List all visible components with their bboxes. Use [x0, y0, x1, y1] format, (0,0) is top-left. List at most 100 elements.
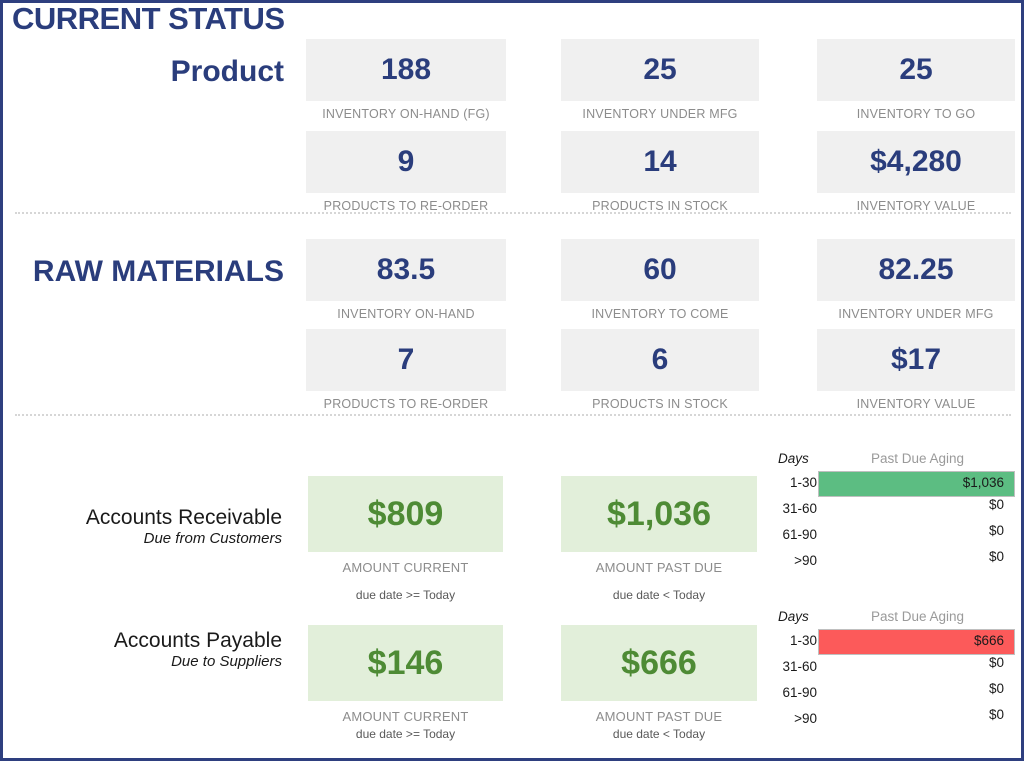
ap-aging-bucket-label: 1-30: [773, 633, 817, 648]
ar-amount-current-box: $809: [308, 476, 503, 552]
ar-amount-past-due-box: $1,036: [561, 476, 757, 552]
ar-amount-past-due-tile[interactable]: $1,036 AMOUNT PAST DUE due date < Today: [561, 476, 757, 602]
stat-value: 6: [652, 345, 669, 375]
ap-aging-track: $0: [818, 655, 1015, 681]
stat-value: 82.25: [878, 255, 953, 285]
ap-amount-current-tile[interactable]: $146 AMOUNT CURRENT due date >= Today: [308, 625, 503, 741]
ap-amount-current-caption: AMOUNT CURRENT: [308, 709, 503, 724]
accounts-receivable-label: Accounts Receivable Due from Customers: [3, 506, 282, 548]
stat-tile-inventory-value[interactable]: $4,280 INVENTORY VALUE: [817, 131, 1015, 213]
ar-aging-row-1-30[interactable]: 1-30 $1,036: [773, 471, 1017, 497]
stat-tile-inventory-on-hand-fg[interactable]: 188 INVENTORY ON-HAND (FG): [306, 39, 506, 121]
ar-aging-title: Past Due Aging: [818, 451, 1017, 466]
stat-value-box: 82.25: [817, 239, 1015, 301]
stat-value: 7: [398, 345, 415, 375]
stat-value: $4,280: [870, 147, 962, 177]
ar-amount-past-due-note: due date < Today: [561, 588, 757, 602]
ar-aging-row-61-90[interactable]: 61-90 $0: [773, 523, 1017, 549]
stat-caption: PRODUCTS IN STOCK: [561, 397, 759, 411]
ap-amount-current-value: $146: [368, 646, 444, 680]
ap-aging-row-over-90[interactable]: >90 $0: [773, 707, 1017, 733]
stat-value-box: 25: [561, 39, 759, 101]
stat-value-box: $4,280: [817, 131, 1015, 193]
ap-aging-bucket-label: 31-60: [773, 659, 817, 674]
stat-value-box: $17: [817, 329, 1015, 391]
ap-aging-amount: $0: [989, 655, 1004, 670]
ar-aging-bucket-label: >90: [773, 553, 817, 568]
stat-tile-rm-products-to-reorder[interactable]: 7 PRODUCTS TO RE-ORDER: [306, 329, 506, 411]
ap-amount-current-note: due date >= Today: [308, 727, 503, 741]
stat-caption: INVENTORY ON-HAND: [306, 307, 506, 321]
ar-aging-track: $0: [818, 549, 1015, 575]
ar-amount-current-value: $809: [368, 497, 444, 531]
accounts-payable-label: Accounts Payable Due to Suppliers: [3, 629, 282, 671]
ap-amount-past-due-box: $666: [561, 625, 757, 701]
ar-aging-days-label: Days: [778, 451, 809, 466]
stat-tile-rm-products-in-stock[interactable]: 6 PRODUCTS IN STOCK: [561, 329, 759, 411]
stat-tile-rm-inventory-on-hand[interactable]: 83.5 INVENTORY ON-HAND: [306, 239, 506, 321]
stat-value-box: 9: [306, 131, 506, 193]
stat-caption: PRODUCTS TO RE-ORDER: [306, 397, 506, 411]
ap-aging-amount: $0: [989, 681, 1004, 696]
ar-aging-amount: $1,036: [963, 475, 1004, 490]
stat-value-box: 83.5: [306, 239, 506, 301]
stat-tile-rm-inventory-to-come[interactable]: 60 INVENTORY TO COME: [561, 239, 759, 321]
accounts-receivable-subtitle: Due from Customers: [3, 530, 282, 548]
ar-amount-past-due-caption: AMOUNT PAST DUE: [561, 560, 757, 575]
ap-aging-row-61-90[interactable]: 61-90 $0: [773, 681, 1017, 707]
stat-tile-products-to-reorder[interactable]: 9 PRODUCTS TO RE-ORDER: [306, 131, 506, 213]
stat-tile-inventory-to-go[interactable]: 25 INVENTORY TO GO: [817, 39, 1015, 121]
ar-amount-current-tile[interactable]: $809 AMOUNT CURRENT due date >= Today: [308, 476, 503, 602]
ap-aging-amount: $0: [989, 707, 1004, 722]
ar-amount-current-caption: AMOUNT CURRENT: [308, 560, 503, 575]
ap-aging-bucket-label: 61-90: [773, 685, 817, 700]
stat-value: 25: [899, 55, 932, 85]
ap-amount-past-due-tile[interactable]: $666 AMOUNT PAST DUE due date < Today: [561, 625, 757, 741]
stat-value-box: 25: [817, 39, 1015, 101]
stat-caption: INVENTORY TO GO: [817, 107, 1015, 121]
stat-tile-products-in-stock[interactable]: 14 PRODUCTS IN STOCK: [561, 131, 759, 213]
ar-amount-past-due-value: $1,036: [607, 497, 711, 531]
ar-aging-row-31-60[interactable]: 31-60 $0: [773, 497, 1017, 523]
ap-aging-title: Past Due Aging: [818, 609, 1017, 624]
ar-aging-amount: $0: [989, 549, 1004, 564]
ap-aging-days-label: Days: [778, 609, 809, 624]
ap-amount-current-box: $146: [308, 625, 503, 701]
stat-caption: PRODUCTS IN STOCK: [561, 199, 759, 213]
ar-aging-amount: $0: [989, 497, 1004, 512]
accounts-receivable-title: Accounts Receivable: [3, 506, 282, 530]
ar-aging-header: Days Past Due Aging: [773, 451, 1017, 471]
ar-aging-track: $1,036: [818, 471, 1015, 497]
ap-aging-bucket-label: >90: [773, 711, 817, 726]
stat-value: $17: [891, 345, 941, 375]
section-label-product: Product: [3, 55, 284, 89]
ar-aging-track: $0: [818, 523, 1015, 549]
stat-tile-rm-inventory-value[interactable]: $17 INVENTORY VALUE: [817, 329, 1015, 411]
ap-aging-track: $0: [818, 681, 1015, 707]
ap-amount-past-due-caption: AMOUNT PAST DUE: [561, 709, 757, 724]
stat-value: 188: [381, 55, 431, 85]
stat-caption: INVENTORY VALUE: [817, 199, 1015, 213]
stat-caption: INVENTORY TO COME: [561, 307, 759, 321]
accounts-payable-subtitle: Due to Suppliers: [3, 653, 282, 671]
stat-value: 14: [643, 147, 676, 177]
ar-aging-bucket-label: 1-30: [773, 475, 817, 490]
ap-aging-track: $666: [818, 629, 1015, 655]
page-title: CURRENT STATUS: [12, 1, 285, 37]
stat-value-box: 14: [561, 131, 759, 193]
ar-past-due-aging-chart: Days Past Due Aging 1-30 $1,036 31-60 $0…: [773, 451, 1017, 575]
ap-aging-row-31-60[interactable]: 31-60 $0: [773, 655, 1017, 681]
stat-tile-inventory-under-mfg[interactable]: 25 INVENTORY UNDER MFG: [561, 39, 759, 121]
stat-caption: INVENTORY VALUE: [817, 397, 1015, 411]
ar-aging-bucket-label: 31-60: [773, 501, 817, 516]
stat-tile-rm-inventory-under-mfg[interactable]: 82.25 INVENTORY UNDER MFG: [817, 239, 1015, 321]
ap-aging-row-1-30[interactable]: 1-30 $666: [773, 629, 1017, 655]
stat-value-box: 6: [561, 329, 759, 391]
ap-amount-past-due-note: due date < Today: [561, 727, 757, 741]
ar-aging-row-over-90[interactable]: >90 $0: [773, 549, 1017, 575]
ar-aging-amount: $0: [989, 523, 1004, 538]
stat-caption: INVENTORY ON-HAND (FG): [306, 107, 506, 121]
ar-amount-current-note: due date >= Today: [308, 588, 503, 602]
ar-aging-track: $0: [818, 497, 1015, 523]
stat-value-box: 7: [306, 329, 506, 391]
